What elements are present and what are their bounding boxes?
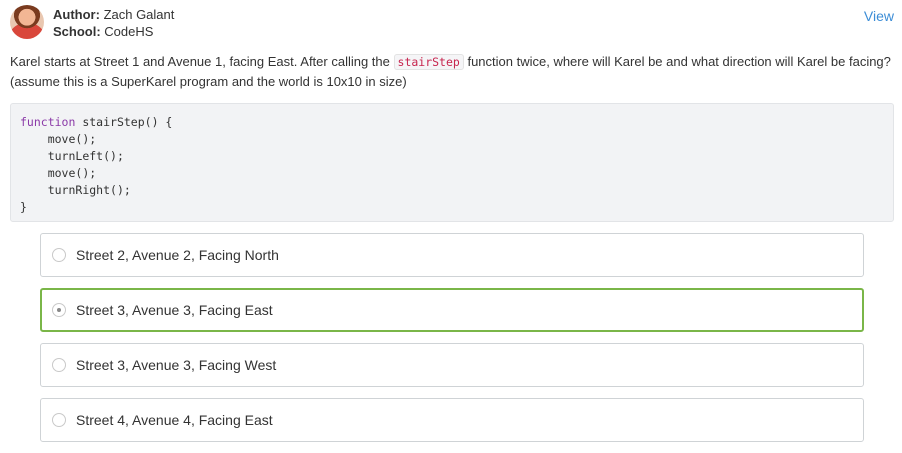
author-line: Author: Zach Galant bbox=[53, 6, 174, 23]
answer-option[interactable]: Street 3, Avenue 3, Facing East bbox=[40, 288, 864, 332]
answer-options: Street 2, Avenue 2, Facing North Street … bbox=[40, 233, 864, 453]
answer-option[interactable]: Street 2, Avenue 2, Facing North bbox=[40, 233, 864, 277]
author-name: Zach Galant bbox=[103, 7, 175, 22]
answer-option-label: Street 4, Avenue 4, Facing East bbox=[76, 412, 273, 428]
radio-button[interactable] bbox=[52, 303, 66, 317]
school-name: CodeHS bbox=[104, 24, 154, 39]
radio-dot bbox=[57, 308, 61, 312]
code-pre: function stairStep() { move(); turnLeft(… bbox=[11, 104, 893, 226]
question-text: Karel starts at Street 1 and Avenue 1, f… bbox=[10, 52, 894, 92]
radio-button[interactable] bbox=[52, 358, 66, 372]
school-label: School: bbox=[53, 24, 101, 39]
school-line: School: CodeHS bbox=[53, 23, 174, 40]
answer-option-label: Street 3, Avenue 3, Facing West bbox=[76, 357, 277, 373]
code-block: function stairStep() { move(); turnLeft(… bbox=[10, 103, 894, 222]
answer-option-label: Street 2, Avenue 2, Facing North bbox=[76, 247, 279, 263]
question-text-before: Karel starts at Street 1 and Avenue 1, f… bbox=[10, 54, 390, 69]
code-line: move(); bbox=[47, 132, 97, 146]
answer-option-label: Street 3, Avenue 3, Facing East bbox=[76, 302, 273, 318]
author-label: Author: bbox=[53, 7, 100, 22]
answer-option[interactable]: Street 4, Avenue 4, Facing East bbox=[40, 398, 864, 442]
author-meta: Author: Zach Galant School: CodeHS bbox=[53, 6, 174, 40]
inline-code-function-name: stairStep bbox=[393, 54, 464, 70]
answer-option[interactable]: Street 3, Avenue 3, Facing West bbox=[40, 343, 864, 387]
author-avatar bbox=[10, 5, 44, 39]
view-link[interactable]: View bbox=[864, 8, 894, 24]
post-header: Author: Zach Galant School: CodeHS View bbox=[10, 5, 894, 45]
code-line: turnLeft(); bbox=[47, 149, 124, 163]
code-signature: stairStep() { bbox=[82, 115, 173, 129]
code-line: turnRight(); bbox=[47, 183, 131, 197]
radio-button[interactable] bbox=[52, 248, 66, 262]
code-line: move(); bbox=[47, 166, 97, 180]
code-closing-brace: } bbox=[20, 200, 27, 214]
code-keyword: function bbox=[20, 115, 76, 129]
radio-button[interactable] bbox=[52, 413, 66, 427]
